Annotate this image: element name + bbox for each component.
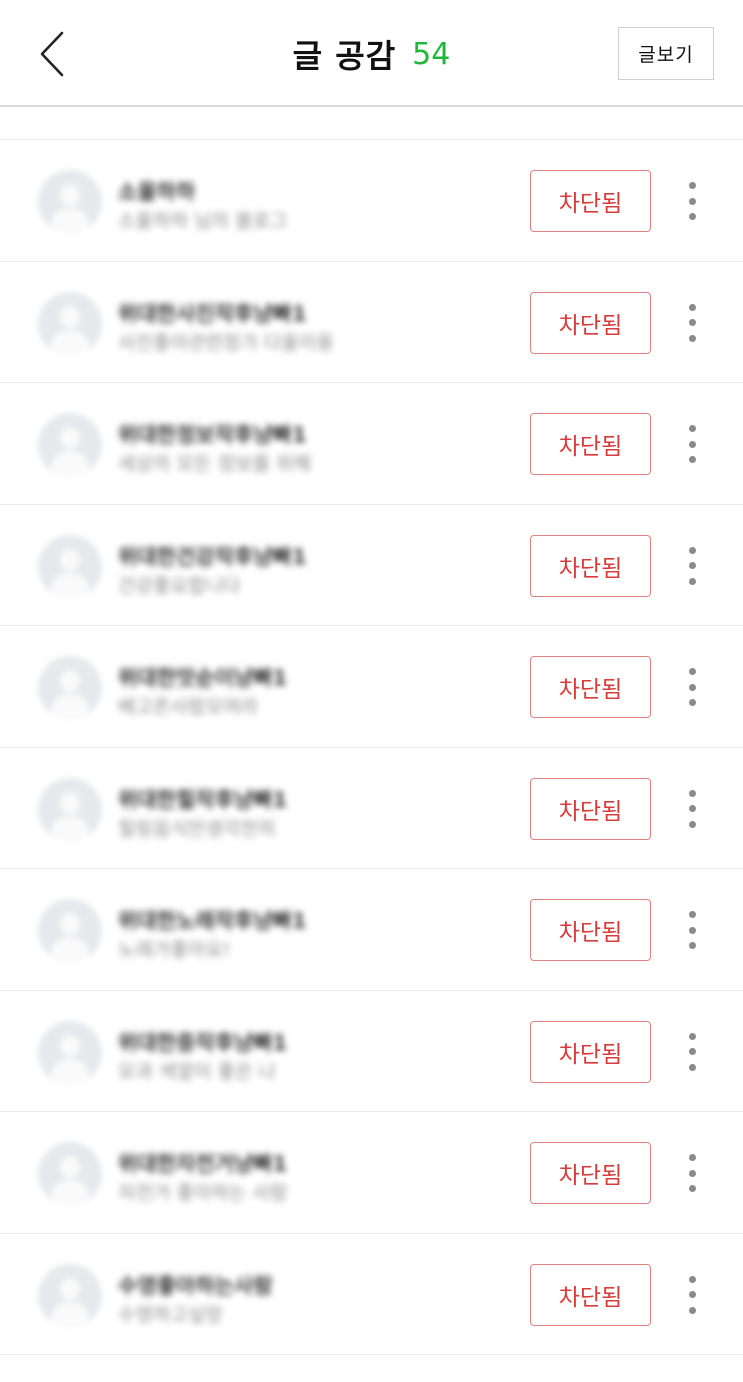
page-title: 글 공감 xyxy=(292,37,397,75)
avatar[interactable] xyxy=(38,534,102,599)
user-description: 힐링음식만생각천히 xyxy=(118,817,276,840)
user-list: 소울하하 소울하하 님의 블로그 차단됨 위대한사진작후냥빠1 사진좋아관련정가 다올이… xyxy=(0,139,743,1355)
more-vertical-icon-dot xyxy=(688,1063,696,1071)
more-vertical-icon xyxy=(688,911,696,918)
more-vertical-icon-dot xyxy=(688,699,696,706)
more-vertical-icon xyxy=(688,303,696,311)
blocked-button[interactable]: 차단됨 xyxy=(530,656,651,718)
list-item[interactable]: 위대한건강작후냥빠1 건강좋요합니다 차단됨 xyxy=(0,504,743,626)
avatar[interactable] xyxy=(38,1020,102,1085)
blocked-button[interactable]: 차단됨 xyxy=(530,777,651,840)
user-description: 배고픈사람모여라 xyxy=(118,696,258,718)
avatar[interactable] xyxy=(38,777,102,842)
user-name: 위대한중작후냥빠1 xyxy=(118,1030,288,1055)
more-options-button[interactable] xyxy=(676,786,708,832)
avatar[interactable] xyxy=(38,1142,102,1206)
empathy-count: 54 xyxy=(412,36,451,72)
more-vertical-icon-dot xyxy=(688,319,696,326)
user-name: 위대한사진작후냥빠1 xyxy=(118,301,307,326)
user-description: 건강좋요합니다 xyxy=(118,574,241,597)
list-item[interactable]: 위대한사진작후냥빠1 사진좋아관련정가 다올이용 차단됨 xyxy=(0,261,743,383)
more-vertical-icon-dot xyxy=(688,334,696,342)
avatar[interactable] xyxy=(38,1263,102,1328)
more-options-button[interactable] xyxy=(676,664,708,710)
blocked-button[interactable]: 차단됨 xyxy=(530,170,651,232)
more-vertical-icon-dot xyxy=(688,926,696,934)
user-name: 위대한힐작후냥빠1 xyxy=(118,787,288,812)
more-vertical-icon-dot xyxy=(688,820,696,828)
blocked-button[interactable]: 차단됨 xyxy=(530,899,651,961)
more-options-button[interactable] xyxy=(676,300,708,346)
more-vertical-icon-dot xyxy=(688,577,696,585)
more-vertical-icon-dot xyxy=(688,440,696,448)
list-item[interactable]: 위대한노래작후냥빠1 노래가좋아요! 차단됨 xyxy=(0,869,743,991)
user-description: 세상의 모든 정보를 위해 xyxy=(118,453,311,475)
user-name: 위대한정보작후냥빠1 xyxy=(118,423,307,447)
list-item[interactable]: 위대한자전거냥빠1 자전거 좋아하는 사람 차단됨 xyxy=(0,1112,743,1234)
avatar[interactable] xyxy=(38,656,102,720)
more-vertical-icon-dot xyxy=(688,213,696,220)
more-vertical-icon xyxy=(688,1032,696,1040)
blocked-button[interactable]: 차단됨 xyxy=(530,413,651,475)
blocked-button[interactable]: 차단됨 xyxy=(530,534,651,597)
blocked-button[interactable]: 차단됨 xyxy=(530,1020,651,1083)
list-item[interactable]: 위대한정보작후냥빠1 세상의 모든 정보를 위해 차단됨 xyxy=(0,383,743,505)
avatar[interactable] xyxy=(38,170,102,234)
more-vertical-icon-dot xyxy=(688,197,696,205)
more-vertical-icon xyxy=(688,425,696,432)
more-vertical-icon xyxy=(688,789,696,797)
avatar[interactable] xyxy=(38,413,102,477)
more-vertical-icon-dot xyxy=(688,456,696,463)
more-vertical-icon xyxy=(688,1275,696,1283)
more-options-button[interactable] xyxy=(676,1272,708,1318)
more-vertical-icon-dot xyxy=(688,805,696,812)
more-options-button[interactable] xyxy=(676,1029,708,1075)
more-vertical-icon-dot xyxy=(688,1169,696,1177)
list-item[interactable]: 수영좋아하는사람수영하고싶망 차단됨 xyxy=(0,1233,743,1355)
more-vertical-icon-dot xyxy=(688,1306,696,1314)
avatar[interactable] xyxy=(38,291,102,356)
blocked-button[interactable]: 차단됨 xyxy=(530,1142,651,1204)
more-vertical-icon-dot xyxy=(688,1185,696,1192)
more-vertical-icon-dot xyxy=(688,683,696,691)
user-name: 소울하하 xyxy=(118,180,196,204)
more-vertical-icon-dot xyxy=(688,1291,696,1298)
more-vertical-icon xyxy=(688,546,696,554)
user-name: 위대한노래작후냥빠1 xyxy=(118,909,307,933)
user-name: 위대한자전거냥빠1 xyxy=(118,1152,288,1176)
more-vertical-icon xyxy=(688,182,696,189)
list-item[interactable]: 위대한맛순이냥빠1 배고픈사람모여라 차단됨 xyxy=(0,626,743,748)
more-vertical-icon-dot xyxy=(688,1048,696,1055)
more-options-button[interactable] xyxy=(676,907,708,953)
blocked-button[interactable]: 차단됨 xyxy=(530,291,651,354)
more-vertical-icon-dot xyxy=(688,562,696,569)
blocked-button[interactable]: 차단됨 xyxy=(530,1263,651,1326)
more-options-button[interactable] xyxy=(676,543,708,589)
more-vertical-icon xyxy=(688,668,696,675)
user-name: 위대한맛순이냥빠1 xyxy=(118,666,288,690)
user-description: 자전거 좋아하는 사람 xyxy=(118,1182,288,1204)
list-item[interactable]: 위대한힐작후냥빠1 힐링음식만생각천히 차단됨 xyxy=(0,747,743,869)
user-name: 수영좋아하는사람 xyxy=(118,1273,273,1298)
more-vertical-icon xyxy=(688,1154,696,1161)
user-name: 위대한건강작후냥빠1 xyxy=(118,544,307,569)
list-item[interactable]: 소울하하소울하하 님의 블로그 차단됨 xyxy=(0,140,743,262)
list-item[interactable]: 위대한중작후냥빠1 모과 색깔이 좋은 나 차단됨 xyxy=(0,990,743,1112)
user-description: 수영하고싶망 xyxy=(118,1303,223,1326)
header-bar: 글 공감 54 글보기 xyxy=(0,0,743,107)
user-description: 소울하하 님의 블로그 xyxy=(118,210,288,232)
user-description: 노래가좋아요! xyxy=(118,939,231,961)
user-description: 모과 색깔이 좋은 나 xyxy=(118,1060,276,1083)
more-options-button[interactable] xyxy=(676,421,708,467)
more-vertical-icon-dot xyxy=(688,942,696,949)
avatar[interactable] xyxy=(38,899,102,963)
more-options-button[interactable] xyxy=(676,1150,708,1196)
user-description: 사진좋아관련정가 다올이용 xyxy=(118,331,334,354)
more-options-button[interactable] xyxy=(676,178,708,224)
view-post-button[interactable]: 글보기 xyxy=(618,27,714,80)
